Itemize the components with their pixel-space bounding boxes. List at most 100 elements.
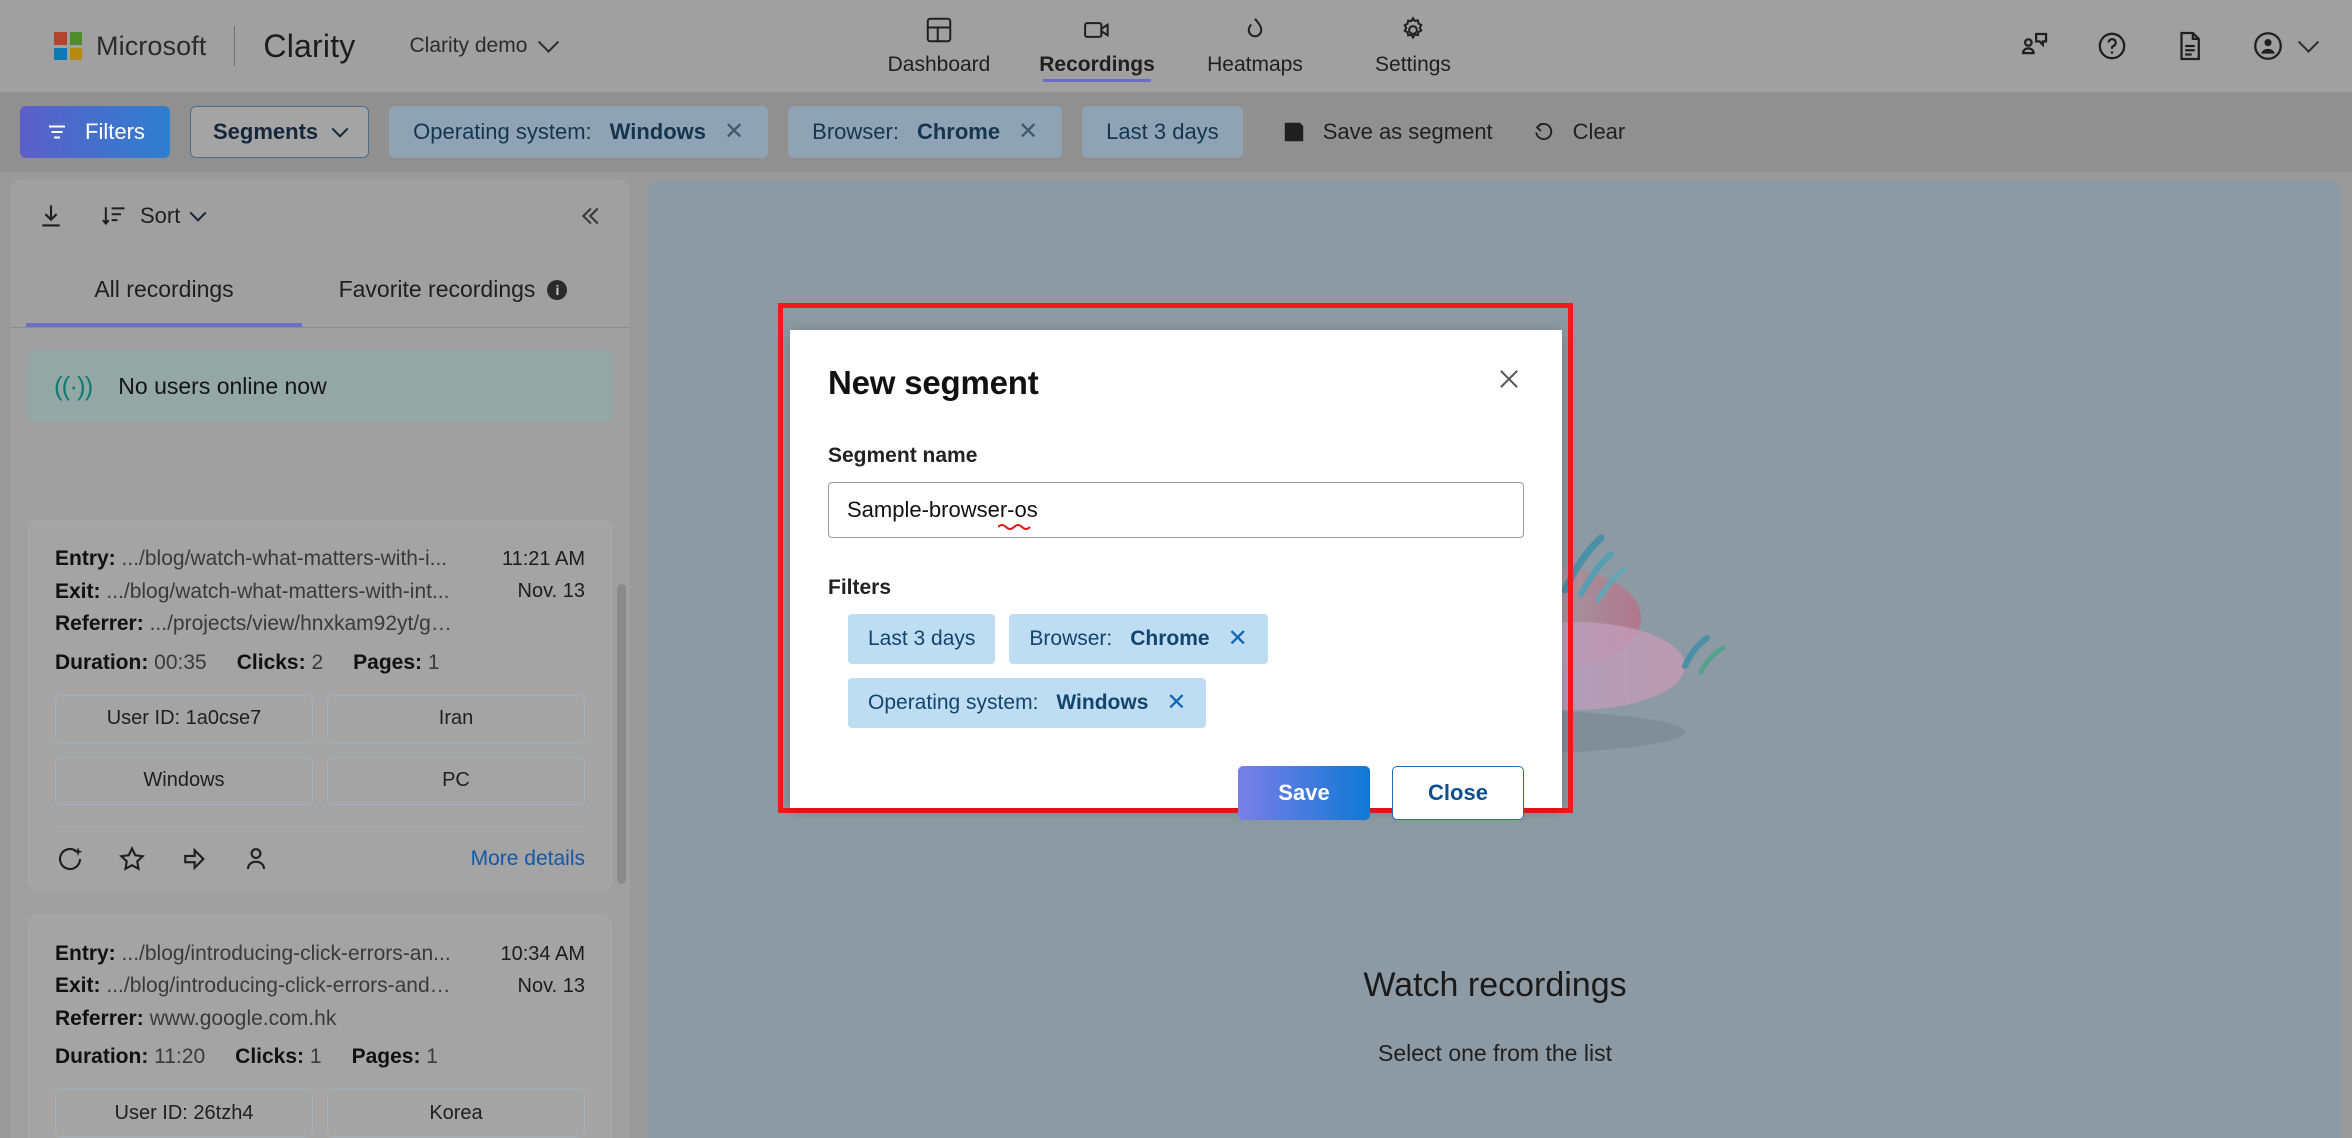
help-icon[interactable] bbox=[2095, 29, 2129, 63]
sort-icon bbox=[102, 207, 125, 226]
filter-pill-operating-system[interactable]: Operating system: Windows ✕ bbox=[389, 106, 769, 158]
dialog-filter-value: Last 3 days bbox=[868, 627, 976, 650]
chip-country[interactable]: Korea bbox=[327, 1089, 585, 1138]
tab-favorite-recordings[interactable]: Favorite recordings i bbox=[318, 252, 588, 327]
remove-filter-icon[interactable]: ✕ bbox=[1228, 627, 1248, 651]
dialog-title: New segment bbox=[828, 364, 1039, 401]
segment-name-input[interactable] bbox=[828, 482, 1524, 538]
save-button[interactable]: Save bbox=[1238, 766, 1370, 820]
chip-user-id[interactable]: User ID: 1a0cse7 bbox=[55, 694, 313, 743]
duration-label: Duration: bbox=[55, 650, 149, 674]
recordings-scrollbar[interactable] bbox=[617, 584, 626, 884]
recordings-tabs: All recordings Favorite recordings i bbox=[10, 252, 630, 328]
feedback-icon[interactable] bbox=[2017, 29, 2051, 63]
sort-label: Sort bbox=[140, 203, 181, 228]
recording-card[interactable]: Entry: .../blog/watch-what-matters-with-… bbox=[28, 520, 612, 891]
close-icon[interactable] bbox=[1494, 364, 1524, 394]
online-users-banner: ((·)) No users online now bbox=[28, 350, 612, 422]
segments-button[interactable]: Segments bbox=[190, 106, 370, 158]
exit-value: .../blog/introducing-click-errors-and-..… bbox=[106, 974, 453, 998]
filters-button-label: Filters bbox=[85, 119, 145, 144]
microsoft-logo[interactable]: Microsoft bbox=[54, 31, 206, 62]
dialog-filter-prefix: Browser: bbox=[1029, 627, 1113, 650]
filters-button[interactable]: Filters bbox=[20, 106, 170, 158]
remove-filter-icon[interactable]: ✕ bbox=[1018, 120, 1038, 144]
recording-entry: Entry: .../blog/introducing-click-errors… bbox=[55, 938, 453, 971]
user-icon[interactable] bbox=[241, 844, 271, 874]
close-button[interactable]: Close bbox=[1392, 766, 1524, 820]
main-subtitle: Select one from the list bbox=[1378, 1040, 1612, 1066]
dialog-filters-list: Last 3 days Browser: Chrome ✕ Operating … bbox=[828, 614, 1524, 728]
dialog-filter-operating-system[interactable]: Operating system: Windows ✕ bbox=[848, 678, 1207, 728]
project-selector[interactable]: Clarity demo bbox=[409, 31, 560, 58]
reset-icon bbox=[1534, 122, 1552, 140]
filter-pill-browser[interactable]: Browser: Chrome ✕ bbox=[788, 106, 1063, 158]
new-segment-dialog: New segment Segment name Filters Last 3 … bbox=[790, 330, 1562, 820]
info-icon[interactable]: i bbox=[547, 279, 568, 300]
nav-item-settings[interactable]: Settings bbox=[1334, 0, 1492, 92]
pages-label: Pages: bbox=[353, 650, 423, 674]
nav-label-recordings: Recordings bbox=[1039, 53, 1155, 76]
nav-item-heatmaps[interactable]: Heatmaps bbox=[1176, 0, 1334, 92]
clear-label: Clear bbox=[1572, 119, 1626, 144]
filter-pill-prefix: Operating system: bbox=[413, 119, 592, 144]
project-name: Clarity demo bbox=[409, 34, 528, 57]
favorite-star-icon[interactable] bbox=[117, 844, 147, 874]
filter-icon bbox=[49, 125, 66, 139]
recording-stats: Duration: 11:20 Clicks: 1 Pages: 1 bbox=[55, 1045, 585, 1069]
recordings-list[interactable]: Entry: .../blog/watch-what-matters-with-… bbox=[10, 520, 630, 1138]
recording-chips: User ID: 26tzh4 Korea Windows PC bbox=[55, 1089, 585, 1138]
nav-label-settings: Settings bbox=[1375, 53, 1451, 76]
pages-value: 1 bbox=[427, 650, 440, 674]
referrer-value: www.google.com.hk bbox=[149, 1006, 337, 1030]
nav-label-dashboard: Dashboard bbox=[887, 53, 991, 76]
document-icon[interactable] bbox=[2173, 29, 2207, 63]
gear-icon bbox=[1403, 16, 1423, 40]
main-title: Watch recordings bbox=[1363, 966, 1627, 1004]
dialog-filter-browser[interactable]: Browser: Chrome ✕ bbox=[1009, 614, 1268, 664]
save-as-segment-button[interactable]: Save as segment bbox=[1281, 119, 1493, 145]
replay-icon[interactable] bbox=[55, 844, 85, 874]
chip-country[interactable]: Iran bbox=[327, 694, 585, 743]
filter-pill-prefix: Browser: bbox=[812, 119, 899, 144]
pages-label: Pages: bbox=[351, 1045, 421, 1069]
filter-pill-date-range[interactable]: Last 3 days bbox=[1082, 106, 1243, 158]
more-details-link[interactable]: More details bbox=[471, 847, 585, 871]
clicks-label: Clicks: bbox=[235, 1045, 305, 1069]
referrer-label: Referrer: bbox=[55, 612, 144, 636]
account-menu[interactable] bbox=[2251, 29, 2320, 63]
dashboard-icon bbox=[926, 17, 952, 43]
dialog-filter-date-range[interactable]: Last 3 days bbox=[848, 614, 996, 664]
remove-filter-icon[interactable]: ✕ bbox=[1166, 691, 1186, 715]
filter-pill-value: Last 3 days bbox=[1106, 119, 1219, 144]
nav-label-heatmaps: Heatmaps bbox=[1207, 53, 1303, 76]
dialog-actions: Save Close bbox=[828, 766, 1524, 820]
duration-value: 00:35 bbox=[154, 650, 207, 674]
remove-filter-icon[interactable]: ✕ bbox=[724, 120, 744, 144]
recording-card[interactable]: Entry: .../blog/introducing-click-errors… bbox=[28, 914, 612, 1138]
recordings-panel: Sort All recordings Favorite recordings … bbox=[10, 180, 630, 1138]
recording-timestamp: 10:34 AM Nov. 13 bbox=[453, 938, 585, 1036]
recording-date: Nov. 13 bbox=[517, 974, 585, 997]
nav-item-recordings[interactable]: Recordings bbox=[1018, 0, 1176, 92]
pages-value: 1 bbox=[426, 1045, 438, 1069]
tab-all-recordings[interactable]: All recordings bbox=[10, 252, 318, 327]
chip-device[interactable]: PC bbox=[327, 756, 585, 805]
chip-user-id[interactable]: User ID: 26tzh4 bbox=[55, 1089, 313, 1138]
chip-os[interactable]: Windows bbox=[55, 756, 313, 805]
account-icon bbox=[2254, 32, 2282, 60]
download-icon[interactable] bbox=[36, 201, 66, 231]
save-disk-icon bbox=[1284, 122, 1303, 142]
header-actions bbox=[2017, 29, 2320, 63]
clarity-brand: Clarity bbox=[263, 27, 356, 64]
clicks-value: 2 bbox=[311, 650, 324, 674]
clear-button[interactable]: Clear bbox=[1531, 119, 1626, 145]
recording-chips: User ID: 1a0cse7 Iran Windows PC bbox=[55, 694, 585, 805]
nav-item-dashboard[interactable]: Dashboard bbox=[860, 0, 1018, 92]
referrer-value: .../projects/view/hnxkam92yt/gettingstar… bbox=[149, 612, 453, 636]
tab-label-all-recordings: All recordings bbox=[94, 276, 234, 302]
share-icon[interactable] bbox=[179, 844, 209, 874]
online-users-text: No users online now bbox=[118, 372, 327, 399]
collapse-left-icon[interactable] bbox=[574, 201, 604, 231]
sort-button[interactable]: Sort bbox=[100, 202, 207, 230]
